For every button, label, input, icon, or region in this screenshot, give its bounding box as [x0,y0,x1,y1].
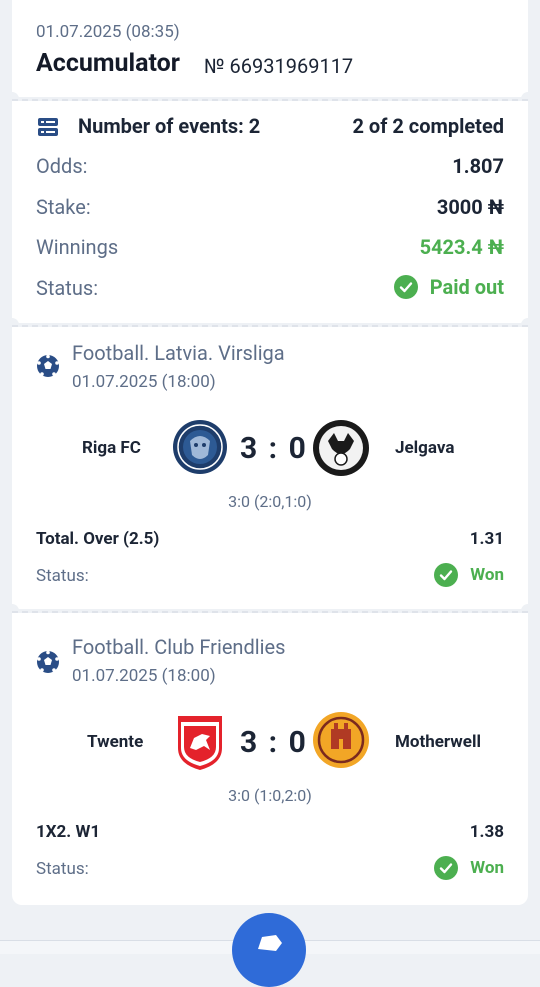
match-score: 3 : 0 [240,431,308,466]
list-icon [37,116,59,142]
event-card[interactable]: Football. Latvia. Virsliga 01.07.2025 (1… [12,327,528,609]
away-team-name: Motherwell [395,732,481,752]
away-team-name: Jelgava [395,438,455,458]
bet-date: 01.07.2025 (08:35) [36,22,180,42]
odds-value: 1.807 [452,154,504,178]
market-name: Total. Over (2.5) [36,529,160,549]
winnings-value: 5423.4 ₦ [419,235,504,259]
market-odds: 1.38 [469,822,504,842]
check-circle-icon [434,856,459,880]
event-status-value: Won [470,565,504,585]
status-label: Status: [36,276,99,300]
event-status-value: Won [470,858,504,878]
motherwell-logo [312,711,370,773]
odds-label: Odds: [36,154,88,178]
event-league: Football. Club Friendlies [72,635,286,659]
event-status-badge: Won [434,856,504,880]
bet-number: № 66931969117 [204,54,354,78]
event-league: Football. Latvia. Virsliga [72,341,285,365]
number-of-events: Number of events: 2 [78,114,261,138]
winnings-label: Winnings [36,235,119,259]
bet-header-card: 01.07.2025 (08:35) Accumulator № 6693196… [12,0,528,97]
soccer-ball-icon [36,354,60,382]
completed-count: 2 of 2 completed [352,114,504,138]
jelgava-logo [312,419,370,481]
event-status-badge: Won [434,563,504,587]
home-team-name: Riga FC [82,438,141,458]
event-date: 01.07.2025 (18:00) [72,372,216,392]
ticket-icon [258,935,282,951]
score-details: 3:0 (2:0,1:0) [228,492,312,511]
match-score: 3 : 0 [240,725,308,760]
home-team-name: Twente [87,732,144,752]
check-circle-icon [434,563,459,587]
event-status-label: Status: [36,566,89,586]
bet-summary-card: Number of events: 2 2 of 2 completed Odd… [12,101,528,323]
status-badge: Paid out [393,275,504,299]
event-card[interactable]: Football. Club Friendlies 01.07.2025 (18… [12,613,528,905]
soccer-ball-icon [36,650,60,678]
stake-label: Stake: [36,195,91,219]
event-status-label: Status: [36,859,89,879]
riga-fc-logo [172,419,228,479]
floating-action-button[interactable] [232,913,306,987]
market-name: 1X2. W1 [36,822,101,842]
market-odds: 1.31 [469,529,504,549]
twente-logo [176,710,224,776]
event-date: 01.07.2025 (18:00) [72,666,216,686]
check-circle-icon [393,275,418,299]
stake-value: 3000 ₦ [436,195,504,219]
bet-type-title: Accumulator [36,49,180,78]
status-value: Paid out [429,275,504,299]
score-details: 3:0 (1:0,2:0) [228,786,312,805]
